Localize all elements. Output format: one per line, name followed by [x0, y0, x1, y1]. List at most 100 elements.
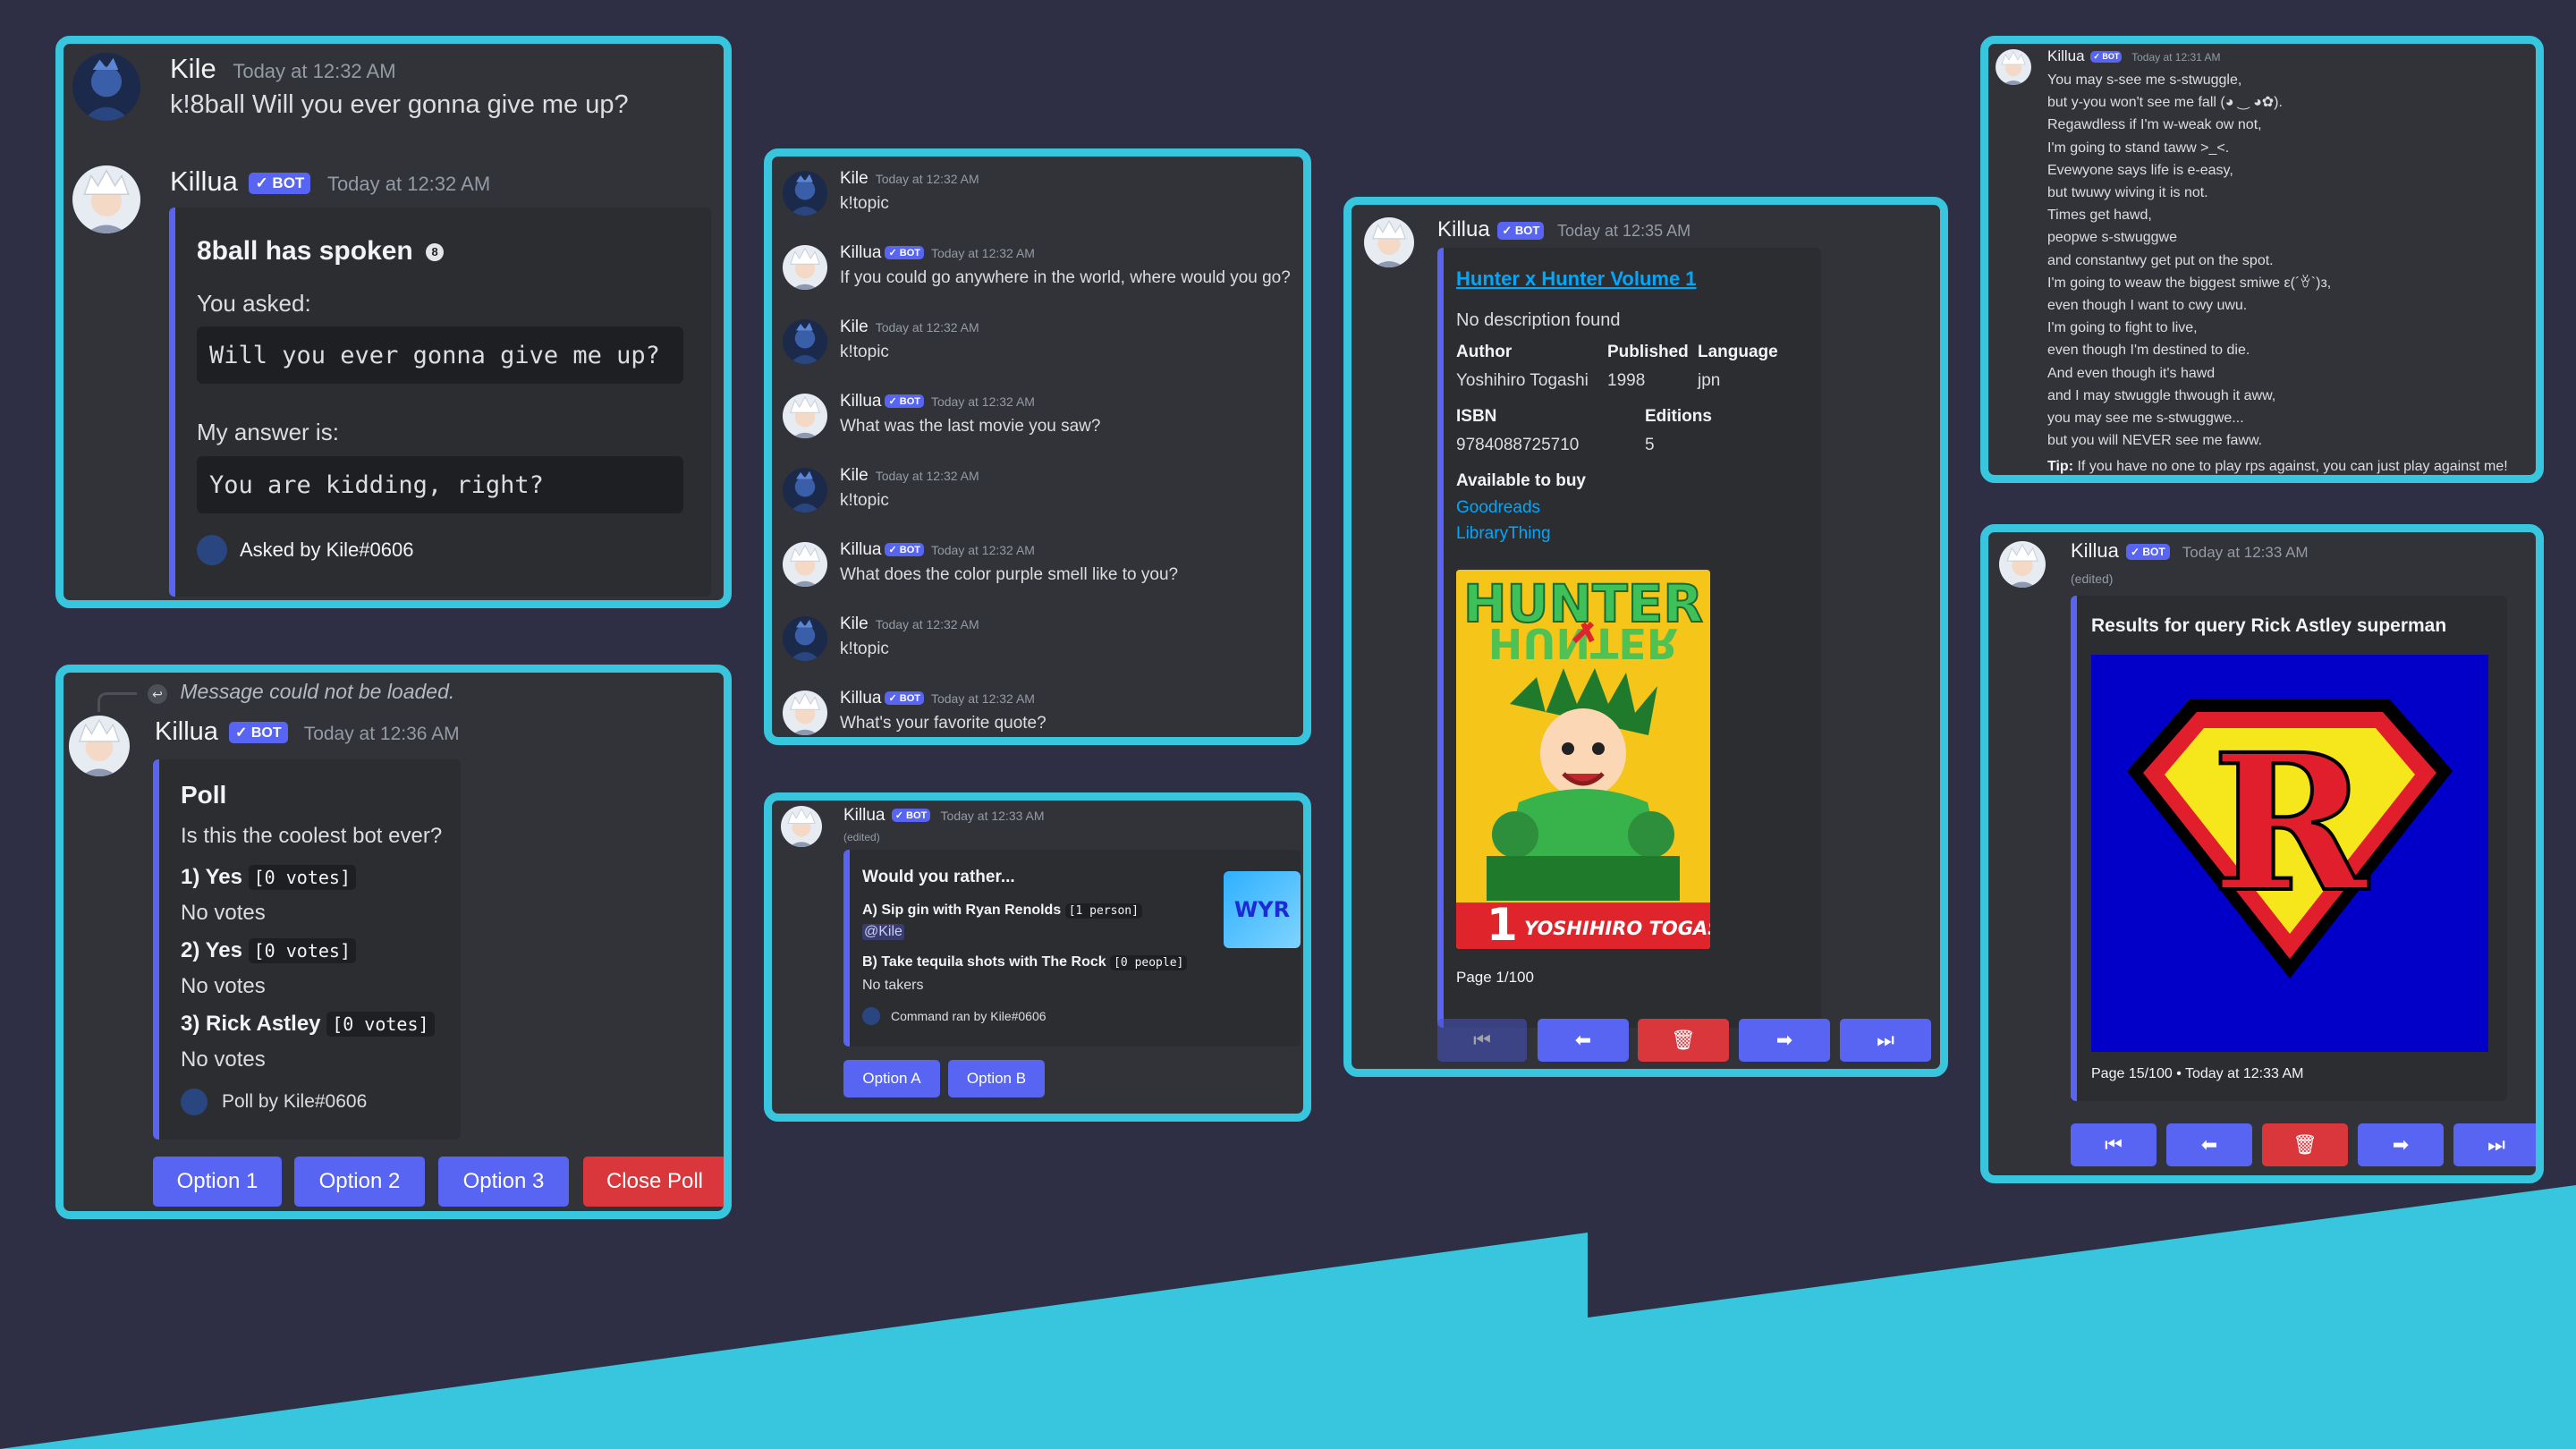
isbn-value: 9784088725710	[1456, 436, 1580, 454]
published-value: 1998	[1607, 371, 1646, 390]
trash-icon: 🗑	[2292, 1133, 2318, 1156]
username-killua[interactable]: Killua	[2071, 539, 2119, 562]
username-killua[interactable]: Killua	[155, 717, 218, 746]
first-page-icon: ⏮	[2105, 1133, 2123, 1156]
first-page-button[interactable]: ⏮	[2071, 1123, 2157, 1166]
embed-book: Hunter x Hunter Volume 1 No description …	[1437, 248, 1821, 1028]
embed-footer: Asked by Kile#0606	[240, 538, 414, 561]
reply-connector	[97, 692, 137, 712]
avatar-killua[interactable]	[783, 245, 827, 290]
avatar-kile[interactable]	[783, 468, 827, 513]
topic-message: Killua ✓ BOT Today at 12:32 AM What was the…	[772, 388, 1303, 460]
username[interactable]: Kile	[840, 466, 869, 485]
option-3-button[interactable]: Option 3	[438, 1157, 569, 1207]
results-title: Results for query Rick Astley superman	[2091, 615, 2447, 636]
username-killua[interactable]: Killua	[170, 165, 238, 197]
username[interactable]: Killua	[840, 243, 881, 262]
wyr-option-b-voter: No takers	[862, 978, 924, 993]
avatar-killua[interactable]	[1364, 217, 1414, 267]
avatar-kile[interactable]	[783, 171, 827, 216]
wyr-option-b: B) Take tequila shots with The Rock	[862, 954, 1106, 970]
embed-title: 8ball has spoken	[197, 236, 413, 266]
topic-message: Kile Today at 12:32 AM k!topic	[772, 462, 1303, 534]
avatar-kile[interactable]	[72, 53, 140, 121]
book-title-link[interactable]: Hunter x Hunter Volume 1	[1456, 267, 1697, 291]
option-2-button[interactable]: Option 2	[294, 1157, 425, 1207]
avatar-killua[interactable]	[783, 394, 827, 438]
last-page-icon: ⏭	[2487, 1133, 2505, 1156]
avatar-kile[interactable]	[783, 616, 827, 661]
poem-line: I'm going to fight to live,	[2047, 320, 2198, 336]
avatar-killua[interactable]	[1996, 49, 2031, 85]
poll-option-1-votes: [0 votes]	[248, 865, 356, 890]
poll-footer: Poll by Kile#0606	[222, 1091, 368, 1112]
avatar-killua[interactable]	[72, 165, 140, 233]
username[interactable]: Kile	[840, 169, 869, 188]
delete-button[interactable]: 🗑	[2262, 1123, 2348, 1166]
delete-button[interactable]: 🗑	[1638, 1019, 1729, 1062]
avatar-killua[interactable]	[69, 716, 130, 776]
poll-option-3-sub: No votes	[181, 1047, 266, 1072]
timestamp: Today at 12:32 AM	[930, 394, 1035, 409]
wyr-title: Would you rather...	[862, 868, 1015, 886]
avatar-kile[interactable]	[783, 319, 827, 364]
librarything-link[interactable]: LibraryThing	[1456, 524, 1551, 544]
next-page-button[interactable]: ➡	[2358, 1123, 2444, 1166]
option-b-button[interactable]: Option B	[948, 1060, 1045, 1097]
embed-image-results: Results for query Rick Astley superman R…	[2071, 596, 2507, 1101]
option-1-button[interactable]: Option 1	[153, 1157, 282, 1207]
bot-badge: ✓ BOT	[249, 172, 311, 194]
timestamp: Today at 12:32 AM	[875, 172, 979, 186]
poll-title: Poll	[181, 781, 227, 809]
avatar-killua[interactable]	[781, 806, 822, 847]
next-page-button[interactable]: ➡	[1739, 1019, 1830, 1062]
wyr-option-a-voter[interactable]: @Kile	[862, 924, 904, 940]
timestamp: Today at 12:31 AM	[2131, 51, 2221, 64]
topic-message: Killua ✓ BOT Today at 12:32 AM If you could…	[772, 240, 1303, 311]
editions-label: Editions	[1645, 407, 1712, 426]
answer-label: My answer is:	[197, 419, 339, 445]
username-killua[interactable]: Killua	[1437, 217, 1490, 242]
username-kile[interactable]: Kile	[170, 53, 216, 84]
poem-line: I'm going to weaw the biggest smiwe ε(´ꈊ…	[2047, 275, 2332, 291]
avatar-killua[interactable]	[1999, 541, 2046, 588]
username-killua[interactable]: Killua	[2047, 47, 2085, 64]
username[interactable]: Killua	[840, 392, 881, 411]
username[interactable]: Kile	[840, 614, 869, 633]
username[interactable]: Kile	[840, 318, 869, 336]
editions-value: 5	[1645, 436, 1655, 454]
prev-page-button[interactable]: ⬅	[1538, 1019, 1629, 1062]
wyr-option-a: A) Sip gin with Ryan Renolds	[862, 902, 1062, 918]
poll-option-2-sub: No votes	[181, 974, 266, 998]
poem-line: Regawdless if I'm w-weak ow not,	[2047, 117, 2262, 133]
footer-avatar-icon	[862, 1007, 880, 1025]
trash-icon: 🗑	[1671, 1029, 1696, 1051]
tip-label: Tip:	[2047, 459, 2074, 474]
first-page-button: ⏮	[1437, 1019, 1527, 1062]
question-code: Will you ever gonna give me up?	[197, 326, 683, 384]
message-text: k!8ball Will you ever gonna give me up?	[170, 90, 629, 119]
topic-message: Killua ✓ BOT Today at 12:32 AM What does th…	[772, 537, 1303, 608]
bot-badge: ✓ BOT	[885, 543, 924, 557]
avatar-killua[interactable]	[783, 542, 827, 587]
poem-line: I'm going to stand taww >_<.	[2047, 140, 2230, 156]
last-page-button[interactable]: ⏭	[2453, 1123, 2536, 1166]
prev-page-button[interactable]: ⬅	[2166, 1123, 2252, 1166]
timestamp: Today at 12:33 AM	[2182, 544, 2309, 561]
bot-badge: ✓ BOT	[1497, 221, 1545, 240]
username[interactable]: Killua	[840, 689, 881, 708]
option-a-button[interactable]: Option A	[843, 1060, 940, 1097]
username-killua[interactable]: Killua	[843, 806, 885, 825]
book-description: No description found	[1456, 310, 1621, 330]
close-poll-button[interactable]: Close Poll	[583, 1157, 724, 1207]
timestamp: Today at 12:32 AM	[930, 543, 1035, 557]
panel-book: Killua ✓ BOT Today at 12:35 AM Hunter x …	[1343, 197, 1948, 1077]
timestamp: Today at 12:32 AM	[875, 320, 979, 335]
last-page-button[interactable]: ⏭	[1840, 1019, 1931, 1062]
username[interactable]: Killua	[840, 540, 881, 559]
goodreads-link[interactable]: Goodreads	[1456, 498, 1540, 518]
avatar-killua[interactable]	[783, 691, 827, 735]
poem-line: even though I'm destined to die.	[2047, 343, 2250, 359]
poll-option-1-label: 1) Yes	[181, 865, 242, 889]
author-value: Yoshihiro Togashi	[1456, 371, 1589, 390]
